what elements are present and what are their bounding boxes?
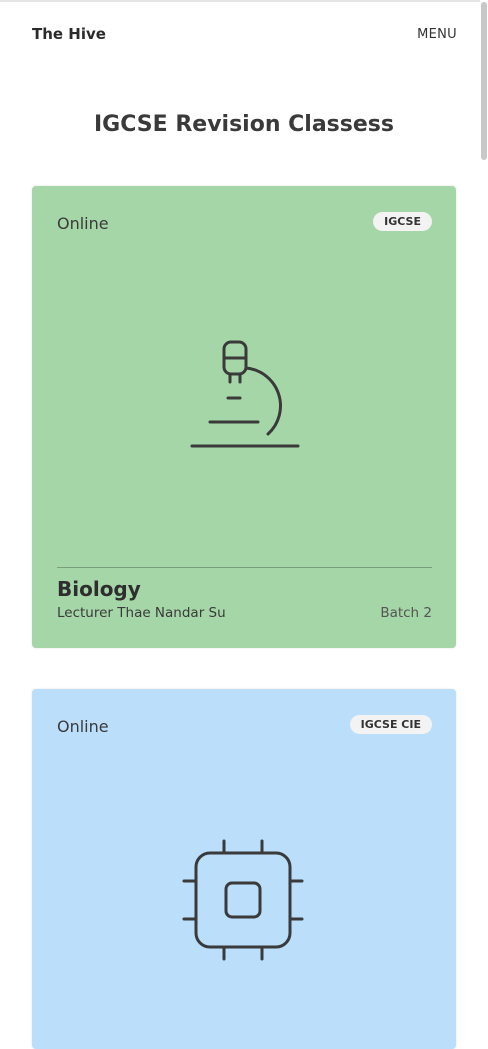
microscope-icon: [190, 340, 300, 448]
card-divider: [57, 567, 432, 568]
menu-button[interactable]: MENU: [417, 27, 457, 42]
class-card-biology[interactable]: Online IGCSE Biology Lecturer Thae Nanda…: [32, 186, 456, 648]
card-batch: Batch 2: [380, 605, 432, 621]
top-border: [0, 0, 480, 2]
card-badge: IGCSE: [373, 212, 432, 231]
card-lecturer: Lecturer Thae Nandar Su: [57, 605, 226, 621]
scrollbar-thumb[interactable]: [481, 2, 487, 160]
class-card-igcse-cie[interactable]: Online IGCSE CIE: [32, 689, 456, 1049]
card-subject: Biology: [57, 577, 141, 601]
chip-icon: [182, 839, 304, 961]
scrollbar-track[interactable]: [480, 0, 488, 1036]
site-header: The Hive MENU: [32, 22, 457, 46]
card-badge: IGCSE CIE: [349, 715, 432, 734]
brand-logo-link[interactable]: The Hive: [32, 25, 106, 43]
card-mode-label: Online: [57, 214, 109, 233]
page-title: IGCSE Revision Classess: [94, 112, 394, 137]
card-mode-label: Online: [57, 717, 109, 736]
